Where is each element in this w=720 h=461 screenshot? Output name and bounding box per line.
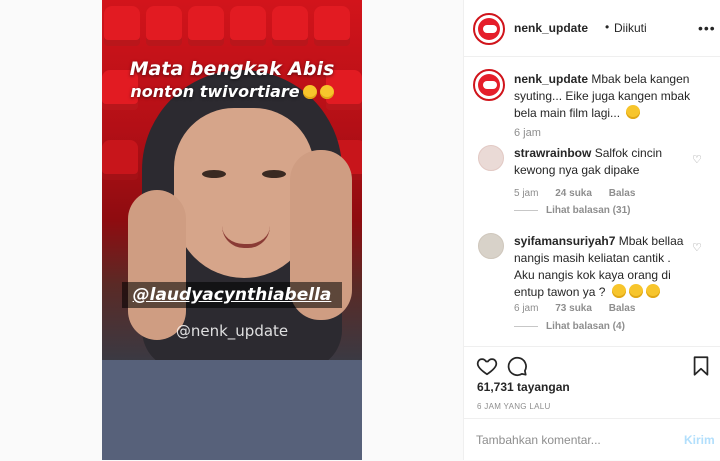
comment-username[interactable]: strawrainbow (514, 146, 591, 160)
instagram-post-window: Mata bengkak Abis nonton twivortiare @la… (0, 0, 720, 460)
heart-icon[interactable]: ♡ (692, 153, 702, 166)
laughing-emoji-icon (319, 85, 334, 99)
comment-meta: 6 jam 73 suka Balas (514, 303, 649, 314)
add-comment-bar: Kirim (464, 418, 720, 461)
caption-text: nenk_update Mbak bela kangen syuting... … (514, 71, 710, 122)
post-timestamp[interactable]: 6 JAM YANG LALU (477, 402, 551, 411)
avatar[interactable] (473, 13, 505, 45)
video-watermark: @nenk_update (175, 322, 289, 340)
comments-list[interactable]: nenk_update Mbak bela kangen syuting... … (464, 57, 720, 337)
laughing-emoji-icon (302, 85, 317, 99)
left-hand (128, 190, 186, 340)
caption-time[interactable]: 6 jam (514, 127, 541, 139)
comment-text: strawrainbow Salfok cincin kewong nya ga… (514, 145, 692, 179)
laughing-emoji-icon (611, 284, 626, 298)
view-replies-button[interactable]: Lihat balasan (31) (514, 205, 630, 216)
media-area: Mata bengkak Abis nonton twivortiare @la… (0, 0, 464, 460)
video-mention-tag[interactable]: @laudyacynthiabella (122, 282, 342, 308)
caption-avatar[interactable] (473, 69, 505, 101)
header-username[interactable]: nenk_update (514, 21, 588, 35)
reply-button[interactable]: Balas (609, 188, 636, 199)
comment-likes[interactable]: 24 suka (555, 188, 592, 199)
comment-username[interactable]: syifamansuriyah7 (514, 234, 615, 248)
comment-input[interactable] (476, 431, 666, 449)
comment-icon[interactable] (506, 355, 528, 377)
more-horizontal-icon[interactable]: ••• (698, 20, 716, 36)
smiling-face-icon (626, 105, 641, 119)
comment-time[interactable]: 6 jam (514, 303, 538, 314)
laughing-emoji-icon (628, 284, 643, 298)
reply-button[interactable]: Balas (609, 303, 636, 314)
caption-username[interactable]: nenk_update (514, 72, 588, 86)
video-player[interactable]: Mata bengkak Abis nonton twivortiare @la… (102, 0, 362, 460)
cinema-seats (102, 6, 362, 46)
heart-icon[interactable] (476, 355, 498, 377)
post-header: nenk_update • Diikuti ••• (464, 0, 720, 57)
laughing-emoji-icon (645, 284, 660, 298)
comment-time[interactable]: 5 jam (514, 188, 538, 199)
post-sidebar: nenk_update • Diikuti ••• nenk_update Mb… (464, 0, 720, 460)
header-separator: • (605, 20, 610, 34)
bookmark-icon[interactable] (690, 355, 712, 377)
video-caption-line-1: Mata bengkak Abis (129, 58, 335, 80)
comment-avatar[interactable] (478, 233, 504, 259)
person-jacket (102, 360, 362, 460)
video-caption-line-2: nonton twivortiare (102, 82, 362, 101)
follow-status-button[interactable]: Diikuti (614, 21, 647, 35)
view-count[interactable]: 61,731 tayangan (477, 380, 570, 394)
action-bar (464, 346, 720, 377)
comment-meta: 5 jam 24 suka Balas (514, 188, 649, 199)
comment-text: syifamansuriyah7 Mbak bellaa nangis masi… (514, 233, 692, 301)
comment-avatar[interactable] (478, 145, 504, 171)
post-comment-button[interactable]: Kirim (684, 433, 715, 447)
comment-likes[interactable]: 73 suka (555, 303, 592, 314)
heart-icon[interactable]: ♡ (692, 241, 702, 254)
view-replies-button[interactable]: Lihat balasan (4) (514, 321, 625, 332)
